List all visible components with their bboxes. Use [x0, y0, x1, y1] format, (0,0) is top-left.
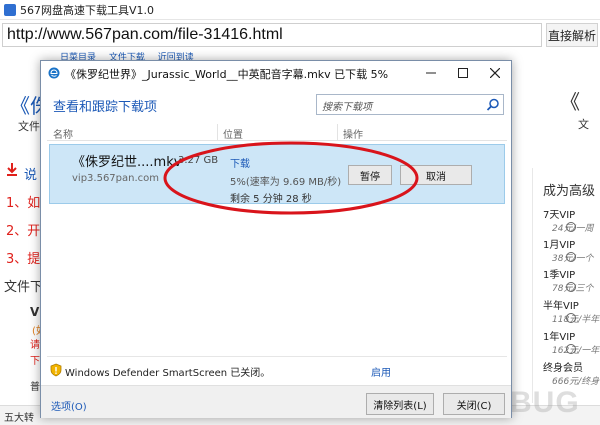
download-host: vip3.567pan.com	[72, 173, 160, 184]
download-status: 下载	[230, 159, 250, 170]
bg-fragment: 请	[30, 340, 40, 351]
maximize-icon	[458, 68, 468, 78]
bg-step-item: 2、开	[6, 224, 41, 239]
download-filename: 《侏罗纪世....mkv	[72, 155, 182, 170]
smartscreen-message: Windows Defender SmartScreen 已关闭。	[65, 368, 271, 379]
maximize-button[interactable]	[447, 61, 479, 85]
bg-file-download-heading: 文件下	[4, 280, 44, 295]
search-icon[interactable]	[486, 98, 500, 112]
bg-right-quote: 《	[560, 90, 580, 114]
app-logo-icon	[4, 3, 16, 16]
dialog-title: 《侏罗纪世界》_Jurassic_World__中英配音字幕.mkv 已下载 5…	[65, 68, 389, 81]
bg-bottom-label: 五大转	[4, 413, 34, 424]
column-headers: 名称 位置 操作	[47, 124, 507, 141]
radio-icon[interactable]	[566, 222, 576, 232]
divider	[47, 356, 507, 357]
search-downloads-input[interactable]: 搜索下载项	[316, 94, 504, 115]
bg-v-char: V	[30, 305, 40, 319]
bg-fragment: 文	[578, 118, 589, 131]
app-titlebar: 567网盘高速下载工具V1.0	[0, 0, 600, 20]
column-actions[interactable]: 操作	[343, 126, 363, 141]
radio-icon[interactable]	[566, 344, 576, 354]
options-link[interactable]: 选项(O)	[51, 398, 87, 413]
column-name[interactable]: 名称	[53, 126, 73, 141]
url-input[interactable]: http://www.567pan.com/file-31416.html	[2, 23, 542, 47]
dialog-footer: 选项(O) 清除列表(L) 关闭(C)	[41, 385, 511, 418]
minimize-button[interactable]	[415, 61, 447, 85]
download-icon	[7, 163, 17, 176]
bg-step-item: 1、如	[6, 196, 41, 211]
vip-option[interactable]: 7天VIP	[543, 206, 575, 221]
enable-smartscreen-link[interactable]: 启用	[371, 364, 391, 379]
bg-fragment: 下	[30, 356, 40, 367]
bg-file-label: 文件	[18, 120, 40, 133]
warning-shield-icon	[50, 363, 62, 377]
search-placeholder: 搜索下载项	[322, 102, 372, 113]
dialog-titlebar[interactable]: 《侏罗纪世界》_Jurassic_World__中英配音字幕.mkv 已下载 5…	[41, 61, 511, 85]
bg-step-item: 3、提	[6, 252, 41, 267]
minimize-icon	[426, 72, 436, 74]
download-size: 3.27 GB	[178, 155, 219, 166]
close-icon	[490, 68, 500, 78]
vip-option[interactable]: 1季VIP	[543, 266, 575, 281]
vip-option[interactable]: 1年VIP	[543, 328, 575, 343]
parse-button[interactable]: 直接解析	[546, 23, 598, 47]
vip-title: 成为高级	[543, 184, 596, 199]
url-bar: http://www.567pan.com/file-31416.html 直接…	[0, 21, 600, 49]
clear-list-button[interactable]: 清除列表(L)	[366, 393, 434, 415]
bg-fragment: 普	[30, 382, 40, 393]
column-divider	[337, 124, 338, 141]
download-progress-text: 5%(速率为 9.69 MB/秒)	[230, 177, 342, 188]
download-item[interactable]: 《侏罗纪世....mkv vip3.567pan.com 3.27 GB 下载 …	[49, 144, 505, 205]
vip-option[interactable]: 半年VIP	[543, 297, 579, 312]
column-divider	[217, 124, 218, 141]
column-location[interactable]: 位置	[223, 126, 243, 141]
download-dialog: 《侏罗纪世界》_Jurassic_World__中英配音字幕.mkv 已下载 5…	[40, 60, 512, 418]
radio-icon[interactable]	[566, 252, 576, 262]
close-dialog-button[interactable]: 关闭(C)	[443, 393, 505, 415]
vip-option[interactable]: 终身会员	[543, 359, 583, 374]
close-window-button[interactable]	[479, 61, 511, 85]
pause-button[interactable]: 暂停	[348, 165, 392, 185]
radio-icon[interactable]	[566, 282, 576, 292]
vip-option[interactable]: 1月VIP	[543, 236, 575, 251]
radio-icon[interactable]	[566, 313, 576, 323]
downloads-heading: 查看和跟踪下载项	[53, 100, 158, 115]
download-remaining: 剩余 5 分钟 28 秒	[230, 194, 312, 205]
bg-desc-label: 说	[24, 168, 38, 183]
cancel-download-button[interactable]: 取消	[400, 165, 472, 185]
edge-icon	[48, 67, 60, 79]
app-title: 567网盘高速下载工具V1.0	[20, 3, 155, 17]
